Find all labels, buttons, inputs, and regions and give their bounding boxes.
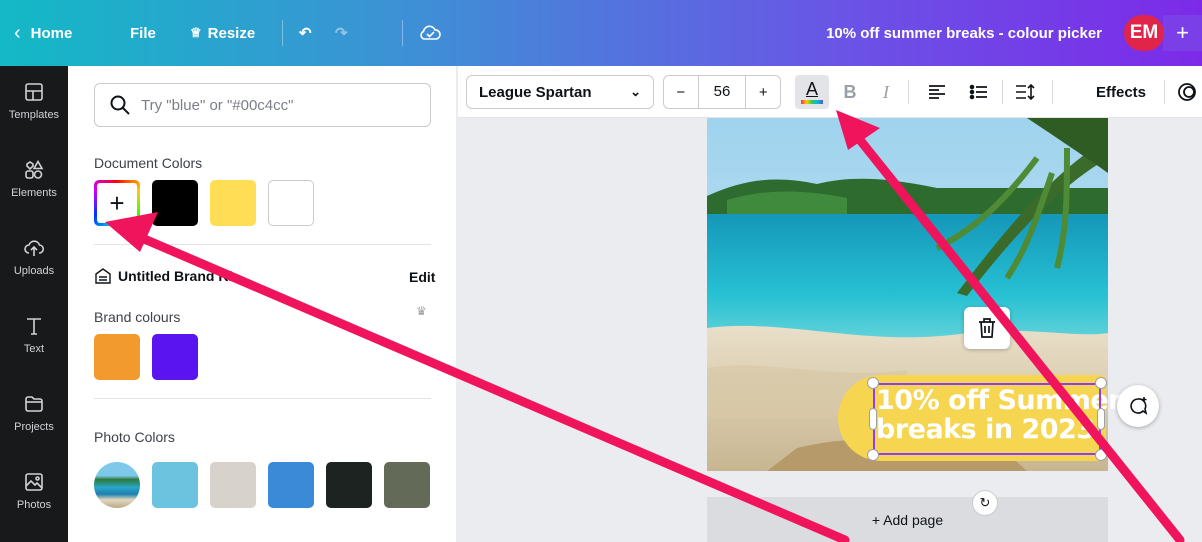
photo-color-swatch[interactable] [326, 462, 372, 508]
resize-handle[interactable] [867, 449, 879, 461]
plus-icon: + [97, 183, 137, 223]
text-color-glyph: A [805, 79, 818, 99]
top-bar: ‹ Home File ♕ Resize ↶ ↷ 10% off summer … [0, 0, 1202, 66]
add-color-button[interactable]: + [94, 180, 140, 226]
resize-button[interactable]: ♕ Resize [190, 0, 255, 66]
selection-box [873, 383, 1101, 455]
brand-kit-icon [95, 268, 111, 284]
bullet-list-icon[interactable] [966, 75, 992, 109]
brand-kit-title[interactable]: Untitled Brand Ki [94, 267, 232, 285]
file-menu-button[interactable]: File [130, 0, 156, 66]
resize-handle[interactable] [869, 408, 877, 430]
chevron-left-icon: ‹ [14, 21, 21, 44]
divider [94, 244, 431, 245]
photo-color-swatch[interactable] [268, 462, 314, 508]
crown-icon: ♕ [190, 25, 202, 40]
rail-item-label: Templates [8, 109, 60, 121]
rail-item-label: Text [23, 343, 45, 355]
brand-color-swatch[interactable] [94, 334, 140, 380]
rail-item-photos[interactable]: Photos [0, 461, 68, 521]
divider [282, 20, 283, 46]
rail-item-label: Photos [16, 499, 52, 511]
divider [94, 398, 431, 399]
photo-colors-label: Photo Colors [94, 429, 175, 445]
increase-size-button[interactable]: + [746, 84, 780, 101]
brand-color-swatch[interactable] [152, 334, 198, 380]
bold-button[interactable]: B [838, 75, 862, 109]
chevron-down-icon: ⌄ [630, 84, 641, 99]
document-title[interactable]: 10% off summer breaks - colour picker [826, 0, 1102, 66]
text-toolbar: League Spartan ⌄ − 56 + A B I Effects [458, 66, 1202, 118]
home-label: Home [30, 24, 73, 42]
rail-item-label: Elements [11, 187, 57, 199]
spacing-icon[interactable] [1012, 75, 1038, 109]
rail-item-templates[interactable]: Templates [0, 71, 68, 131]
photos-icon [25, 473, 43, 491]
divider [1052, 80, 1053, 104]
document-color-swatch[interactable] [210, 180, 256, 226]
resize-handle[interactable] [1097, 408, 1105, 430]
document-color-swatch[interactable] [268, 180, 314, 226]
brand-kit-label: Untitled Brand Ki [118, 268, 233, 284]
redo-icon[interactable]: ↷ [335, 0, 348, 66]
rail-item-projects[interactable]: Projects [0, 383, 68, 443]
photo-color-swatch[interactable] [152, 462, 198, 508]
rail-item-label: Uploads [13, 265, 55, 277]
decrease-size-button[interactable]: − [664, 84, 698, 101]
font-family-value: League Spartan [479, 83, 592, 101]
left-rail: Templates Elements Uploads Text Projects… [0, 66, 68, 542]
resize-label: Resize [207, 24, 256, 42]
trash-icon [979, 318, 995, 338]
brand-colours-label: Brand colours [94, 309, 181, 325]
uploads-icon [24, 240, 45, 256]
refresh-icon[interactable]: ↻ [972, 490, 998, 516]
document-colors-label: Document Colors [94, 155, 203, 171]
divider [402, 20, 403, 46]
text-color-button[interactable]: A [795, 75, 829, 109]
color-search[interactable] [94, 83, 431, 127]
projects-icon [25, 396, 43, 412]
divider [1164, 80, 1165, 104]
divider [1002, 80, 1003, 104]
rainbow-bar-icon [801, 100, 823, 104]
comment-icon [1130, 397, 1148, 415]
search-input[interactable] [141, 96, 411, 114]
document-color-swatch[interactable] [152, 180, 198, 226]
elements-icon [25, 159, 44, 179]
home-button[interactable]: ‹ Home [14, 0, 72, 66]
font-size-stepper[interactable]: − 56 + [663, 75, 781, 109]
photo-color-swatch[interactable] [384, 462, 430, 508]
templates-icon [25, 83, 43, 101]
delete-button[interactable] [964, 307, 1010, 349]
avatar[interactable]: EM [1124, 15, 1164, 51]
rail-item-elements[interactable]: Elements [0, 149, 68, 209]
add-page-button[interactable]: + Add page [707, 497, 1108, 542]
cloud-saved-icon[interactable] [418, 0, 442, 66]
font-family-select[interactable]: League Spartan ⌄ [466, 75, 654, 109]
effects-button[interactable]: Effects [1088, 75, 1154, 109]
rail-item-label: Projects [14, 421, 54, 433]
italic-button[interactable]: I [874, 75, 898, 109]
rail-item-uploads[interactable]: Uploads [0, 227, 68, 287]
photo-thumbnail[interactable] [94, 462, 140, 508]
add-collaborator-button[interactable]: + [1163, 15, 1202, 51]
edit-brand-kit-button[interactable]: Edit [409, 269, 435, 285]
text-icon [27, 318, 41, 335]
resize-handle[interactable] [1095, 449, 1107, 461]
crown-icon: ♛ [416, 304, 427, 318]
color-panel: Document Colors + Untitled Brand Ki Edit… [68, 66, 456, 542]
add-comment-button[interactable] [1117, 385, 1159, 427]
align-left-icon[interactable] [924, 75, 950, 109]
undo-icon[interactable]: ↶ [299, 0, 312, 66]
photo-color-swatch[interactable] [210, 462, 256, 508]
rail-item-text[interactable]: Text [0, 305, 68, 365]
search-icon [110, 95, 130, 115]
font-size-input[interactable]: 56 [697, 75, 747, 109]
resize-handle[interactable] [1095, 377, 1107, 389]
resize-handle[interactable] [867, 377, 879, 389]
divider [908, 80, 909, 104]
animate-icon[interactable] [1172, 75, 1202, 109]
